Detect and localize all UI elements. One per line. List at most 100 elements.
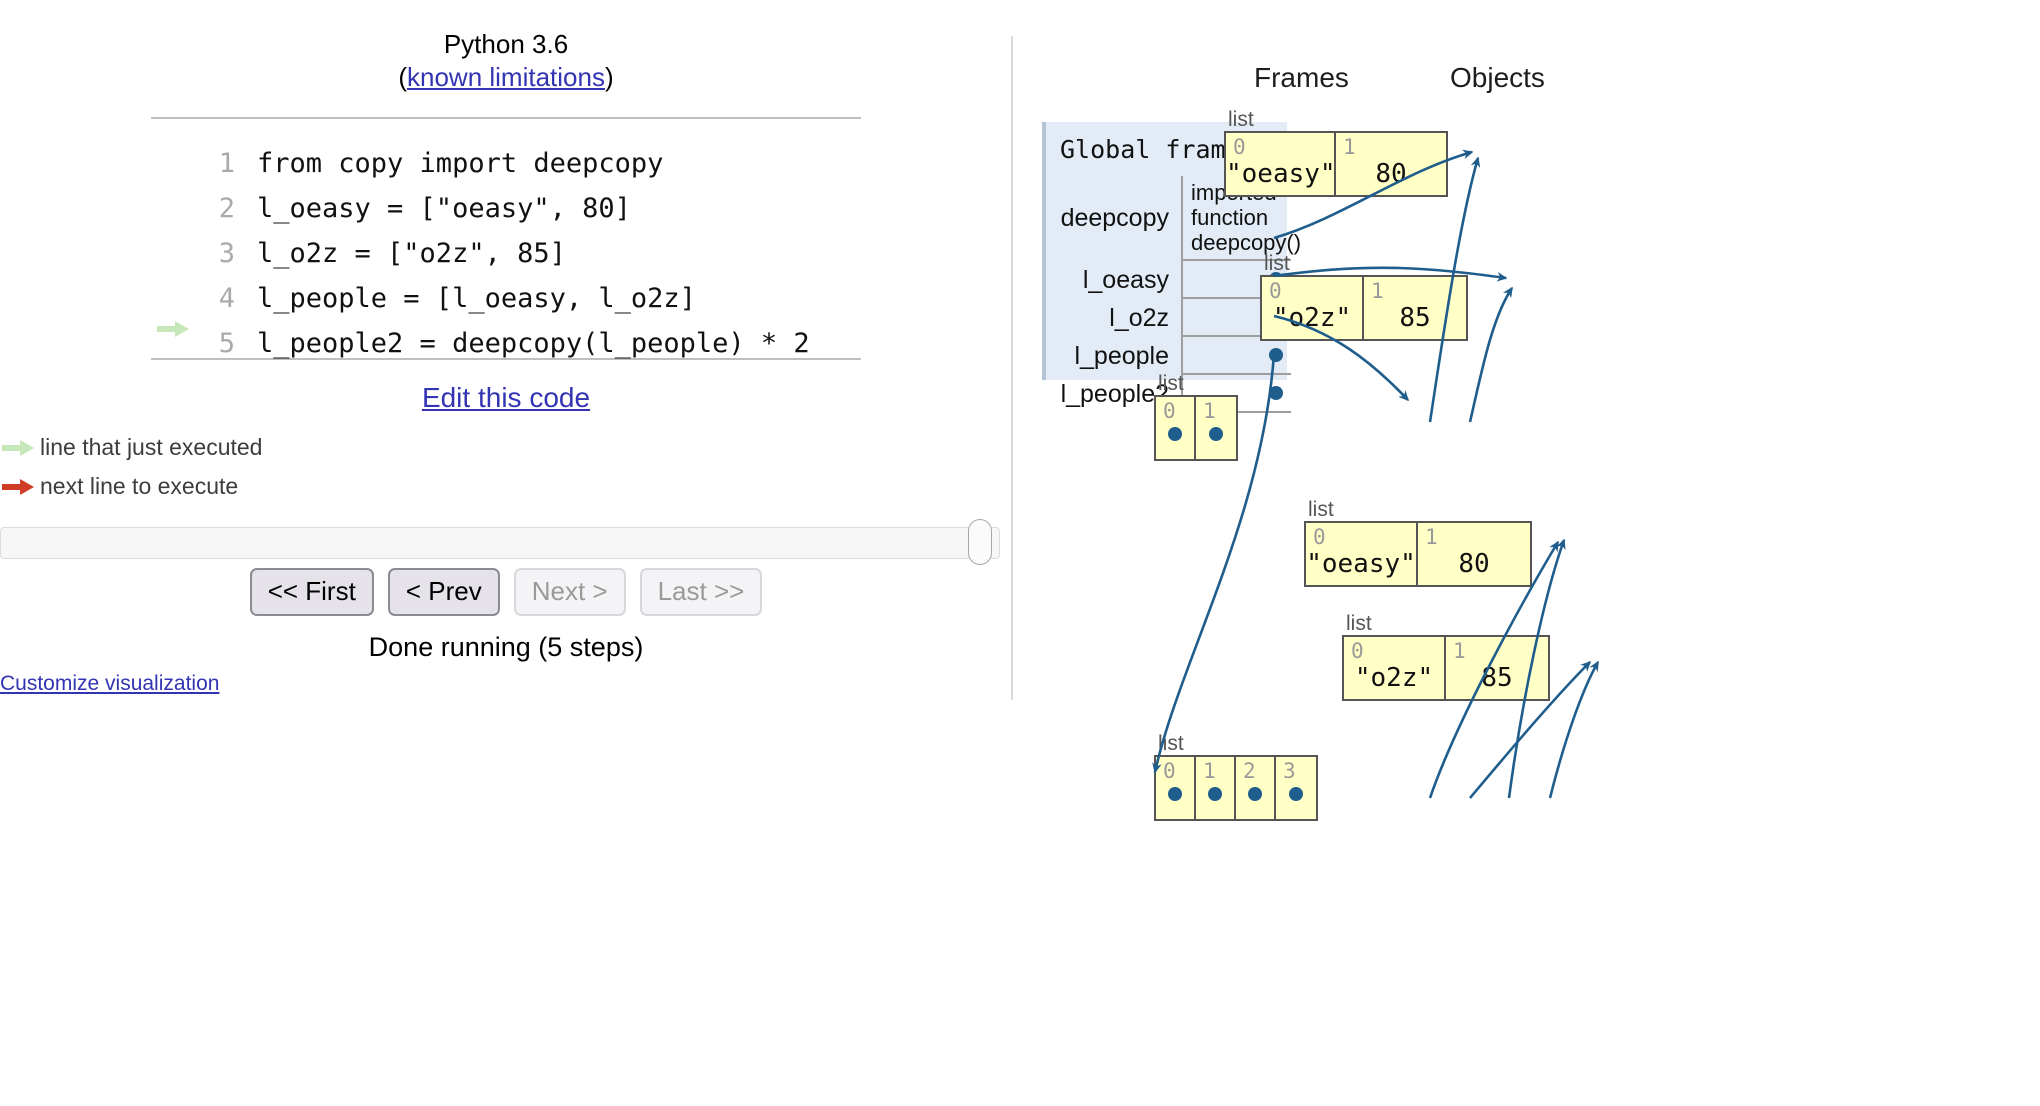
pointer-dot: [1289, 787, 1303, 801]
list-cell-index: 0: [1233, 135, 1246, 159]
object-cells: 0 "oeasy" 1 80: [1304, 521, 1532, 587]
code-line-text: l_people = [l_oeasy, l_o2z]: [257, 283, 696, 314]
list-cell: 1 80: [1336, 133, 1446, 195]
list-cell-value: "o2z": [1272, 303, 1352, 333]
list-cell-index: 1: [1425, 525, 1438, 549]
list-cell-index: 0: [1163, 399, 1176, 423]
list-cell-value: "oeasy": [1306, 549, 1416, 579]
list-cell-index: 3: [1283, 759, 1296, 783]
pointer-dot: [1168, 427, 1182, 441]
object-type-label: list: [1158, 732, 1184, 755]
code-line-number: 1: [218, 148, 235, 179]
code-line-text: from copy import deepcopy: [257, 148, 664, 179]
arrow-people2-3: [1548, 660, 1600, 799]
list-cell-index: 2: [1243, 759, 1256, 783]
red-arrow-icon: [0, 476, 40, 498]
list-cell: 2: [1236, 757, 1276, 819]
list-cell: 1 85: [1446, 637, 1548, 699]
execution-legend: line that just executed next line to exec…: [0, 428, 420, 506]
frame-variable-value: [1181, 337, 1291, 375]
object-obj-oeasy-orig: list 0 "oeasy" 1 80: [1224, 108, 1448, 197]
legend-label: line that just executed: [40, 434, 263, 460]
code-listing: 1 from copy import deepcopy 2 l_oeasy = ["o…: [151, 117, 861, 360]
code-line[interactable]: 1 from copy import deepcopy: [151, 127, 861, 179]
list-cell: 3: [1276, 757, 1316, 819]
code-line-marker-cell: [151, 217, 197, 262]
frame-variable-row: l_people: [1046, 337, 1291, 375]
legend-label: next line to execute: [40, 473, 239, 499]
run-status-label: Done running (5 steps): [368, 632, 644, 662]
step-button-next: Next >: [513, 568, 626, 616]
list-cell-index: 1: [1203, 759, 1216, 783]
paren-open: (: [398, 62, 407, 92]
object-type-label: list: [1264, 252, 1290, 275]
object-cells: 01: [1154, 395, 1238, 461]
customize-visualization-link[interactable]: Customize visualization: [0, 672, 219, 695]
step-button-first[interactable]: << First: [249, 568, 374, 616]
list-cell: 1: [1196, 397, 1236, 459]
pointer-dot: [1168, 787, 1182, 801]
object-obj-people2: list 0 1 2 3: [1154, 732, 1318, 821]
object-type-label: list: [1308, 498, 1334, 521]
objects-column-header: Objects: [1450, 62, 1545, 93]
code-line-text: l_o2z = ["o2z", 85]: [257, 238, 566, 269]
execution-slider-handle[interactable]: [968, 519, 992, 565]
step-button-prev[interactable]: < Prev: [387, 568, 500, 616]
list-cell-index: 0: [1269, 279, 1282, 303]
list-cell-index: 0: [1163, 759, 1176, 783]
step-button-last: Last >>: [639, 568, 763, 616]
object-cells: 0 1 2 3: [1154, 755, 1318, 821]
frame-variable-name: l_o2z: [1109, 303, 1169, 332]
python-version-header: Python 3.6 (known limitations): [0, 28, 1012, 94]
known-limitations-line: (known limitations): [0, 60, 1012, 94]
object-cells: 0 "oeasy" 1 80: [1224, 131, 1448, 197]
list-cell: 1: [1196, 757, 1236, 819]
code-pane: Python 3.6 (known limitations) 1 from cop…: [0, 0, 1012, 1106]
code-line-number: 4: [218, 283, 235, 314]
code-line-marker-cell: [151, 127, 197, 172]
pointer-dot: [1208, 787, 1222, 801]
frame-variable-row: l_o2z: [1046, 299, 1291, 337]
list-cell-index: 1: [1371, 279, 1384, 303]
python-version-label: Python 3.6: [443, 29, 569, 59]
global-frame-title: Global frame: [1060, 135, 1241, 164]
known-limitations-link[interactable]: known limitations: [407, 62, 605, 92]
paren-close: ): [604, 62, 614, 92]
pointer-dot: [1269, 348, 1283, 362]
list-cell-index: 1: [1453, 639, 1466, 663]
step-controls: << First < Prev Next > Last >>: [0, 568, 1012, 616]
list-cell-index: 0: [1351, 639, 1364, 663]
list-cell: 0 "o2z": [1344, 637, 1446, 699]
edit-this-code-link[interactable]: Edit this code: [422, 382, 590, 413]
list-cell: 1 85: [1364, 277, 1466, 339]
frame-variable-name: deepcopy: [1060, 204, 1169, 232]
list-cell: 0 "o2z": [1262, 277, 1364, 339]
list-cell-index: 1: [1343, 135, 1356, 159]
customize-link-wrap: Customize visualization: [0, 672, 219, 696]
frames-column-header: Frames: [1254, 62, 1349, 93]
code-line-text: l_people2 = deepcopy(l_people) * 2: [257, 328, 810, 359]
list-cell: 0: [1156, 757, 1196, 819]
code-line-number: 5: [218, 328, 235, 359]
list-cell-value: "o2z": [1354, 663, 1434, 693]
legend-row: next line to execute: [0, 467, 420, 506]
list-cell-index: 0: [1313, 525, 1326, 549]
arrow-people-1: [1468, 286, 1514, 423]
code-line-marker-cell: [151, 307, 197, 352]
list-cell: 0 "oeasy": [1306, 523, 1418, 585]
list-cell-value: "oeasy": [1226, 159, 1336, 189]
frame-variable-row: l_oeasy: [1046, 261, 1291, 299]
code-line-text: l_oeasy = ["oeasy", 80]: [257, 193, 631, 224]
object-obj-oeasy-copy: list 0 "oeasy" 1 80: [1304, 498, 1532, 587]
frame-variable-name: l_oeasy: [1082, 265, 1169, 294]
list-cell-index: 1: [1203, 399, 1216, 423]
execution-slider-track[interactable]: [0, 527, 1000, 559]
code-line-marker-cell: [151, 172, 197, 217]
list-cell-value: 85: [1399, 303, 1431, 333]
list-cell: 0 "oeasy": [1226, 133, 1336, 195]
object-obj-o2z-orig: list 0 "o2z" 1 85: [1260, 252, 1468, 341]
object-type-label: list: [1228, 108, 1254, 131]
code-line-number: 3: [218, 238, 235, 269]
green-arrow-icon: [157, 321, 189, 337]
memory-diagram-pane: Frames Objects Global frame deepcopyimpo…: [1012, 0, 2040, 1106]
